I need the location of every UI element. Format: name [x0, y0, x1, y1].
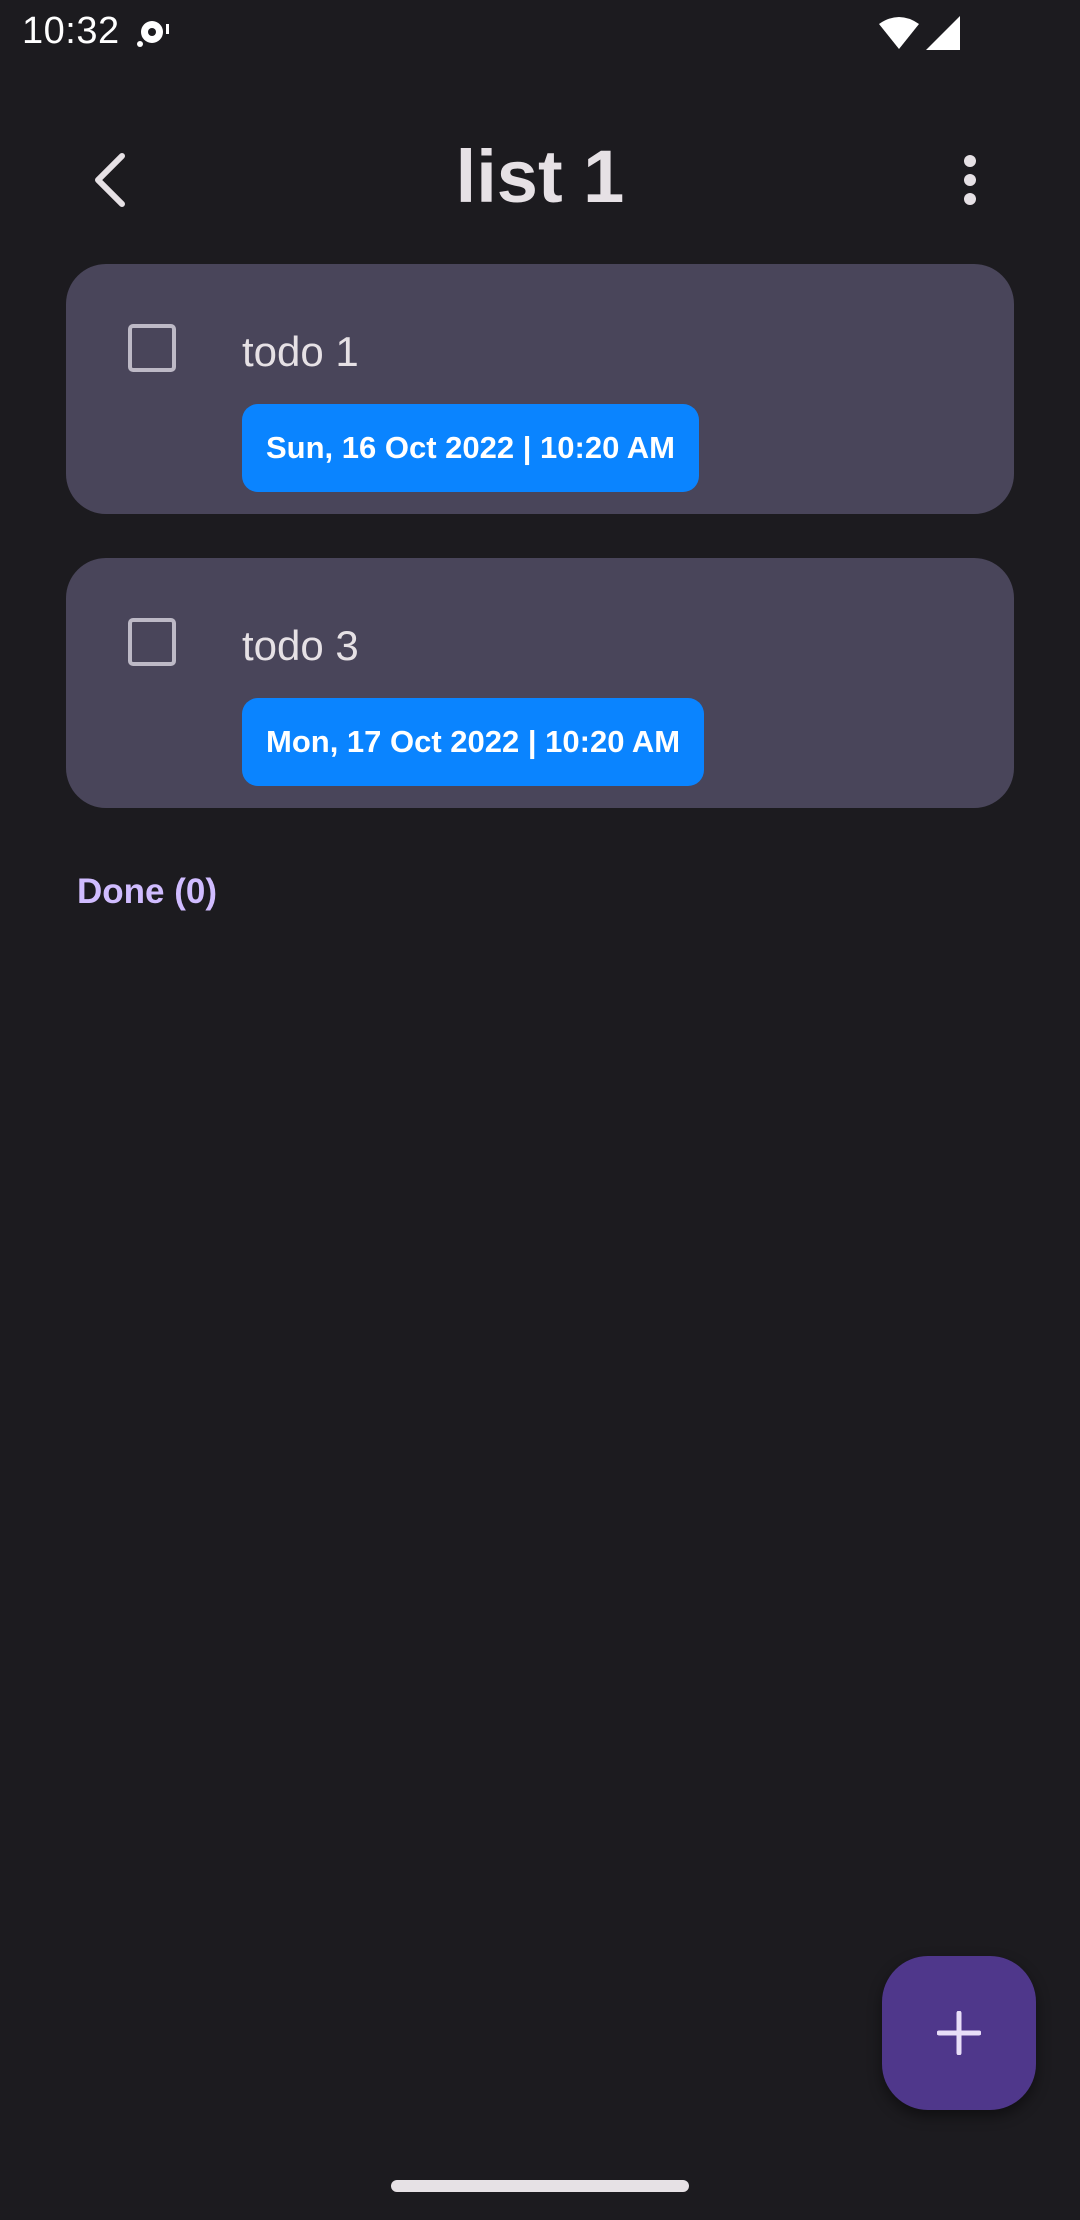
todo-title: todo 3: [242, 622, 359, 669]
done-section-header[interactable]: Done (0): [77, 872, 217, 912]
status-right-icons: [878, 16, 962, 50]
todo-title: todo 1: [242, 328, 359, 375]
wifi-icon: [879, 17, 919, 49]
add-todo-button[interactable]: [882, 1956, 1036, 2110]
due-date-chip[interactable]: Mon, 17 Oct 2022 | 10:20 AM: [242, 698, 705, 786]
media-sync-icon: [137, 21, 169, 47]
status-time: 10:32: [22, 10, 120, 52]
more-vert-icon: [964, 155, 976, 205]
todo-checkbox[interactable]: [128, 618, 176, 666]
due-date-chip[interactable]: Sun, 16 Oct 2022 | 10:20 AM: [242, 404, 699, 492]
todo-checkbox[interactable]: [128, 324, 176, 372]
page-title: list 1: [455, 135, 625, 218]
status-bar: 10:32: [0, 0, 1080, 64]
todo-card[interactable]: todo 3 Mon, 17 Oct 2022 | 10:20 AM: [66, 558, 1014, 808]
cell-signal-icon: [926, 16, 960, 50]
plus-icon: [937, 2011, 981, 2055]
top-app-bar: list 1: [0, 120, 1080, 240]
gesture-nav-bar[interactable]: [391, 2180, 689, 2192]
more-options-button[interactable]: [930, 140, 1010, 220]
todo-card[interactable]: todo 1 Sun, 16 Oct 2022 | 10:20 AM: [66, 264, 1014, 514]
